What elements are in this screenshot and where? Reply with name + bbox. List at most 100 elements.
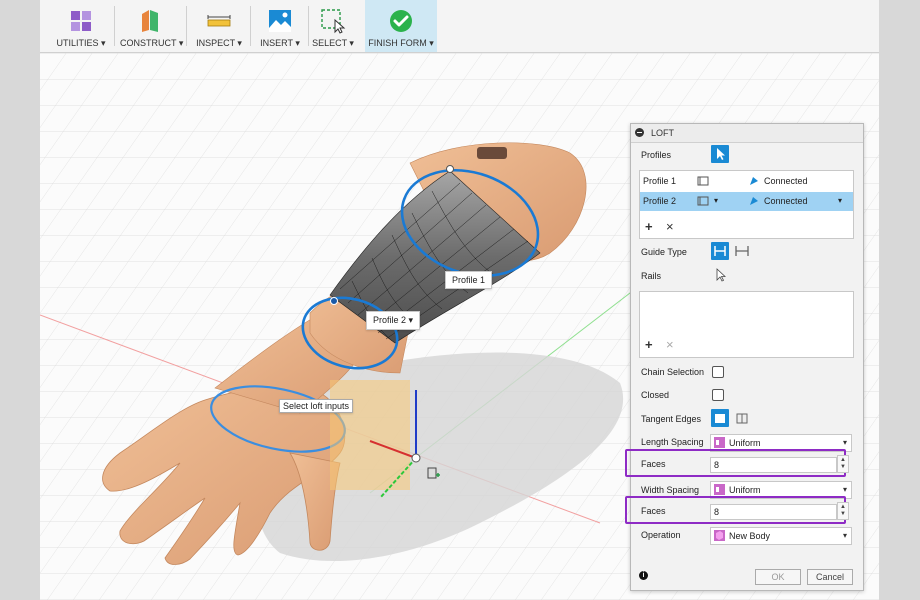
- length-faces-stepper[interactable]: ▲ ▼: [837, 455, 849, 473]
- profile-type-icon: [697, 196, 709, 206]
- construct-menu[interactable]: CONSTRUCT ▾: [120, 0, 184, 52]
- guide-type-label: Guide Type: [641, 247, 687, 257]
- connected-icon: [750, 197, 758, 205]
- width-faces-stepper[interactable]: ▲ ▼: [837, 502, 849, 520]
- spacing-icon: [714, 484, 725, 495]
- closed-checkbox[interactable]: [712, 389, 724, 401]
- toolbar-divider: [308, 6, 309, 46]
- select-loft-tooltip: Select loft inputs: [279, 399, 354, 413]
- profile-name: Profile 1: [643, 176, 677, 186]
- chevron-down-icon[interactable]: ▾: [838, 196, 842, 205]
- width-faces-label: Faces: [641, 506, 666, 516]
- rails-label: Rails: [641, 271, 662, 281]
- toolbar-divider: [186, 6, 187, 46]
- select-label: SELECT ▾: [312, 38, 354, 48]
- centerline-guide-button[interactable]: [733, 242, 751, 260]
- profile-name: Profile 2: [643, 196, 677, 206]
- rails-list: + ×: [639, 291, 854, 358]
- operation-label: Operation: [641, 530, 681, 540]
- cursor-arrow-icon: [717, 148, 725, 160]
- spacing-icon: [714, 437, 725, 448]
- rails-guide-button[interactable]: [711, 242, 729, 260]
- loft-title: LOFT: [651, 128, 675, 138]
- remove-rail-button[interactable]: ×: [666, 337, 674, 352]
- profiles-select-button[interactable]: [711, 145, 729, 163]
- width-spacing-label: Width Spacing: [641, 485, 700, 495]
- elbow-slot: [477, 147, 507, 159]
- utilities-icon: [71, 11, 91, 31]
- checkmark-icon: [390, 10, 412, 32]
- stepper-up-icon[interactable]: ▲: [840, 457, 846, 463]
- ok-button[interactable]: OK: [755, 569, 801, 585]
- fusion-window: UTILITIES ▾ CONSTRUCT ▾ INSPECT ▾ INSERT…: [40, 0, 879, 600]
- profile-type-icon: [697, 176, 709, 186]
- profile-1-callout[interactable]: Profile 1: [445, 271, 493, 289]
- centerline-icon: [735, 246, 749, 256]
- profile-continuity: Connected: [764, 176, 808, 186]
- chevron-down-icon[interactable]: ▾: [714, 196, 718, 205]
- utilities-menu[interactable]: UTILITIES ▾: [52, 0, 110, 52]
- profile-1-point[interactable]: [446, 165, 454, 173]
- tangent-keep-icon: [736, 413, 748, 424]
- inspect-menu[interactable]: INSPECT ▾: [193, 0, 245, 52]
- profiles-label: Profiles: [641, 150, 672, 160]
- info-icon[interactable]: i: [639, 571, 648, 580]
- remove-profile-button[interactable]: ×: [666, 219, 674, 234]
- chevron-down-icon: ▾: [842, 531, 847, 540]
- chevron-down-icon: ▾: [842, 485, 847, 494]
- length-faces-input[interactable]: 8: [710, 457, 837, 473]
- stepper-down-icon[interactable]: ▼: [840, 464, 846, 470]
- add-rail-button[interactable]: +: [645, 337, 653, 352]
- manipulator-origin[interactable]: [411, 453, 421, 463]
- tangent-merge-icon: [715, 414, 725, 423]
- profiles-list: Profile 1 Connected Profile 2 ▾ Connecte…: [639, 170, 854, 239]
- measure-ruler-icon: [207, 15, 231, 27]
- finish-form-button[interactable]: FINISH FORM ▾: [365, 0, 437, 52]
- tangent-keep-button[interactable]: [733, 409, 751, 427]
- construct-label: CONSTRUCT ▾: [120, 38, 184, 48]
- toolbar-divider: [114, 6, 115, 46]
- rails-icon: [714, 246, 726, 256]
- cancel-button[interactable]: Cancel: [807, 569, 853, 585]
- chain-selection-checkbox[interactable]: [712, 366, 724, 378]
- profile-2-point[interactable]: [330, 297, 338, 305]
- width-faces-value: 8: [714, 507, 720, 517]
- connected-icon: [750, 177, 758, 185]
- rails-select-button[interactable]: [711, 266, 729, 284]
- length-faces-value: 8: [714, 460, 720, 470]
- profile-continuity: Connected: [764, 196, 808, 206]
- new-body-icon: [714, 530, 725, 541]
- collapse-icon[interactable]: [635, 128, 644, 137]
- toolbar-divider: [250, 6, 251, 46]
- insert-label: INSERT ▾: [260, 38, 300, 48]
- loft-dialog-header: LOFT: [631, 124, 863, 143]
- width-spacing-value: Uniform: [729, 485, 761, 495]
- inspect-label: INSPECT ▾: [196, 38, 242, 48]
- select-menu[interactable]: SELECT ▾: [312, 0, 354, 52]
- insert-menu[interactable]: INSERT ▾: [256, 0, 304, 52]
- chain-selection-label: Chain Selection: [641, 367, 705, 377]
- length-faces-label: Faces: [641, 459, 666, 469]
- stepper-down-icon[interactable]: ▼: [840, 511, 846, 517]
- toolbar: UTILITIES ▾ CONSTRUCT ▾ INSPECT ▾ INSERT…: [40, 0, 879, 53]
- closed-label: Closed: [641, 390, 670, 400]
- utilities-label: UTILITIES ▾: [56, 38, 106, 48]
- construct-plane-icon: [142, 10, 158, 32]
- tangent-merge-button[interactable]: [711, 409, 729, 427]
- insert-image-icon: [269, 10, 291, 32]
- operation-dropdown[interactable]: New Body ▾: [710, 527, 852, 545]
- profile-row[interactable]: Profile 1 Connected: [640, 172, 853, 191]
- orange-manipulator-plane[interactable]: [330, 380, 410, 490]
- length-spacing-label: Length Spacing: [641, 437, 704, 447]
- profile-row-selected[interactable]: Profile 2 ▾ Connected ▾: [640, 192, 853, 211]
- operation-value: New Body: [729, 531, 771, 541]
- stepper-up-icon[interactable]: ▲: [840, 504, 846, 510]
- profile-2-callout[interactable]: Profile 2 ▾: [366, 311, 421, 330]
- loft-dialog: LOFT Profiles Profile 1 Connected Profil…: [625, 123, 864, 591]
- select-box-icon: [321, 9, 346, 34]
- add-profile-button[interactable]: +: [645, 219, 653, 234]
- tangent-edges-label: Tangent Edges: [641, 414, 702, 424]
- width-faces-input[interactable]: 8: [710, 504, 837, 520]
- cursor-arrow-icon: [716, 268, 727, 282]
- chevron-down-icon: ▾: [842, 438, 847, 447]
